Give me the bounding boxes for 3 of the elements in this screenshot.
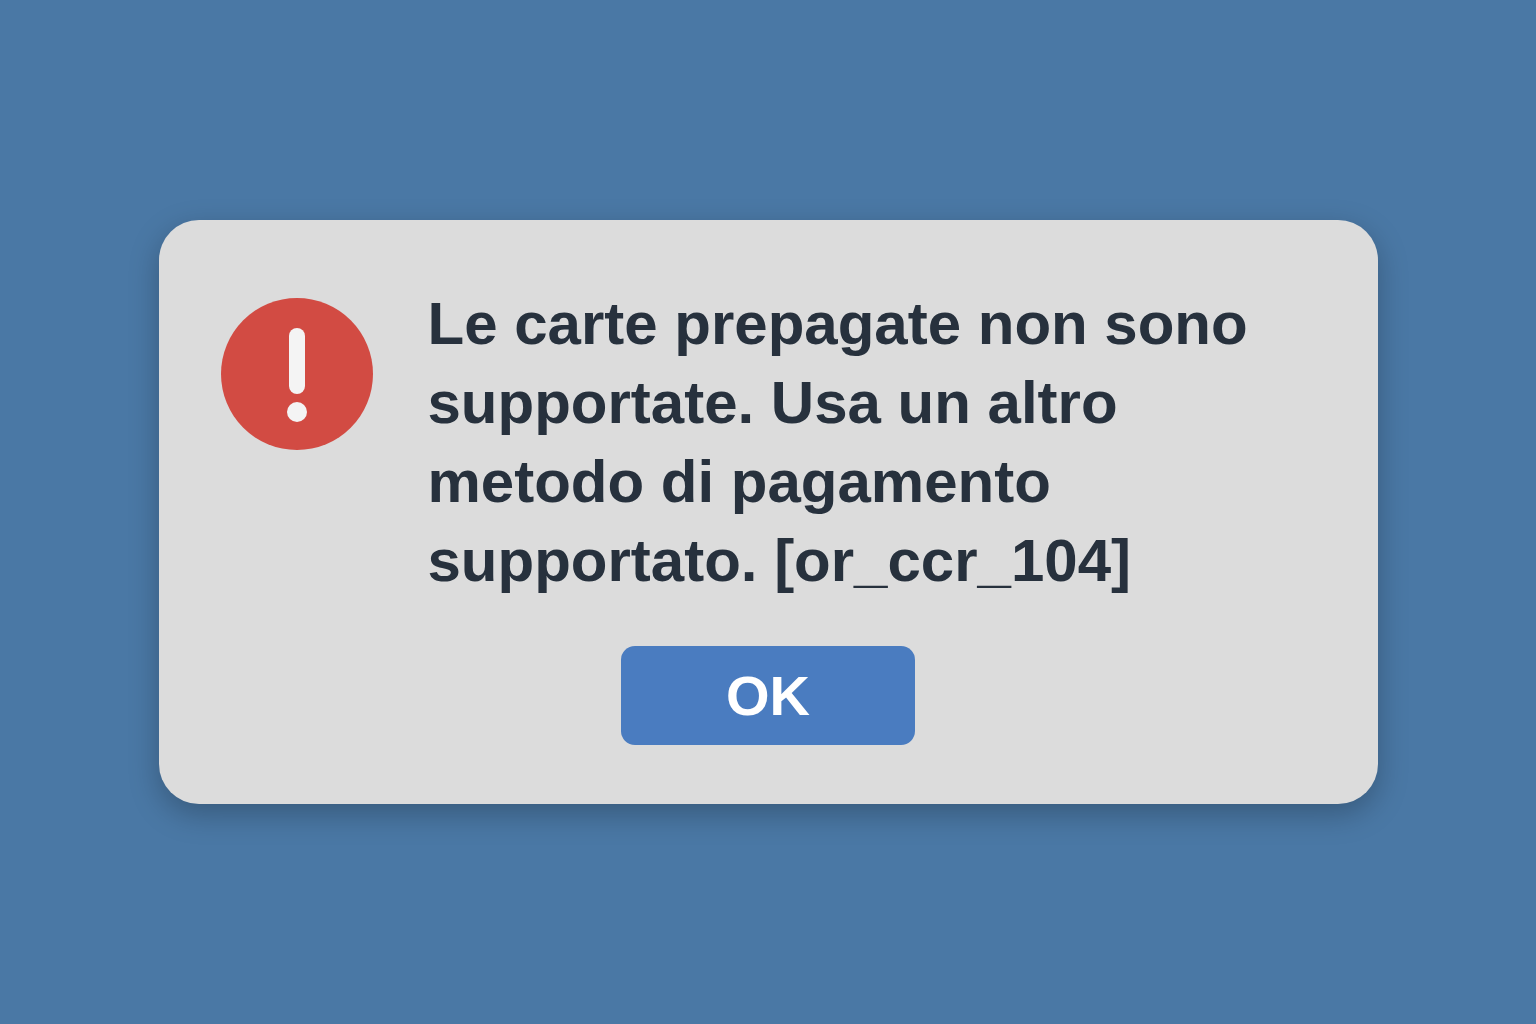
error-message: Le carte prepagate non sono supportate. Usa un altro metodo di pagamento supportato. [or_ccr_104]	[427, 289, 1249, 596]
ok-button[interactable]: OK	[621, 646, 915, 745]
exclamation-icon	[220, 298, 373, 450]
